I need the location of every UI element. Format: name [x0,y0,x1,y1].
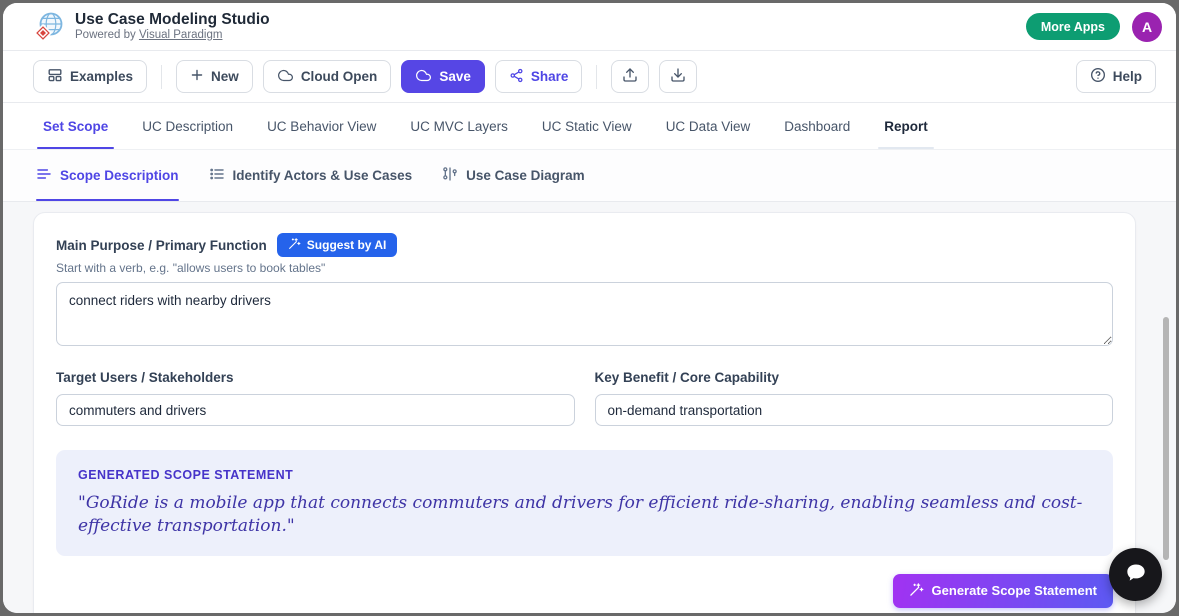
new-button[interactable]: New [176,60,253,93]
toolbar-separator [161,65,162,89]
share-icon [509,68,524,86]
cloud-open-button[interactable]: Cloud Open [263,60,392,93]
share-label: Share [531,69,569,84]
tab-uc-data-view[interactable]: UC Data View [666,103,751,149]
examples-icon [47,67,63,86]
generated-scope-statement-heading: GENERATED SCOPE STATEMENT [78,468,1091,482]
tab-report[interactable]: Report [884,103,928,149]
app-title: Use Case Modeling Studio [75,11,270,29]
tab-dashboard[interactable]: Dashboard [784,103,850,149]
target-users-field: Target Users / Stakeholders [56,369,575,426]
chat-widget-button[interactable] [1109,548,1162,601]
cloud-save-icon [415,68,432,86]
cloud-open-label: Cloud Open [301,69,378,84]
scope-description-card: Main Purpose / Primary Function Suggest … [33,212,1136,613]
examples-label: Examples [70,69,133,84]
generate-scope-statement-label: Generate Scope Statement [932,583,1097,598]
visual-paradigm-link[interactable]: Visual Paradigm [139,29,223,41]
subtab-use-case-diagram[interactable]: Use Case Diagram [442,150,585,201]
toolbar-left: Examples New Cloud Open Save [33,60,697,93]
powered-by: Powered by Visual Paradigm [75,29,270,42]
generated-scope-statement-box: GENERATED SCOPE STATEMENT "GoRide is a m… [56,450,1113,556]
magic-wand-icon [288,237,301,253]
export-button[interactable] [659,60,697,93]
brand-text: Use Case Modeling Studio Powered by Visu… [75,11,270,42]
main-purpose-label-row: Main Purpose / Primary Function Suggest … [56,233,1113,257]
key-benefit-label: Key Benefit / Core Capability [595,370,780,385]
save-button[interactable]: Save [401,60,485,93]
upload-icon [622,67,638,86]
brand: Use Case Modeling Studio Powered by Visu… [33,11,270,43]
tab-set-scope[interactable]: Set Scope [43,103,108,149]
align-left-icon [36,166,52,185]
content-area: Main Purpose / Primary Function Suggest … [3,202,1176,613]
main-purpose-hint: Start with a verb, e.g. "allows users to… [56,261,1113,275]
plus-icon [190,68,204,85]
more-apps-button[interactable]: More Apps [1026,13,1120,40]
toolbar: Examples New Cloud Open Save [3,51,1176,103]
secondary-fields-row: Target Users / Stakeholders Key Benefit … [56,369,1113,426]
download-icon [670,67,686,86]
tab-uc-static-view[interactable]: UC Static View [542,103,632,149]
share-button[interactable]: Share [495,60,583,93]
save-label: Save [439,69,471,84]
main-purpose-label: Main Purpose / Primary Function [56,238,267,253]
cloud-icon [277,68,294,86]
subtab-scope-description[interactable]: Scope Description [36,150,179,201]
vertical-scrollbar-thumb[interactable] [1163,317,1169,560]
help-icon [1090,67,1106,86]
subtab-label: Use Case Diagram [466,168,585,183]
chat-bubble-icon [1123,560,1149,589]
subtabbar: Scope Description Identify Actors & Use … [3,150,1176,202]
suggest-by-ai-button[interactable]: Suggest by AI [277,233,398,257]
avatar[interactable]: A [1132,12,1162,42]
diagram-icon [442,166,458,185]
tab-uc-mvc-layers[interactable]: UC MVC Layers [410,103,508,149]
visual-paradigm-logo-icon [33,11,65,43]
toolbar-separator [596,65,597,89]
app-header: Use Case Modeling Studio Powered by Visu… [3,3,1176,51]
examples-button[interactable]: Examples [33,60,147,93]
subtab-label: Scope Description [60,168,179,183]
subtab-identify-actors-use-cases[interactable]: Identify Actors & Use Cases [209,150,413,201]
tab-uc-description[interactable]: UC Description [142,103,233,149]
subtab-label: Identify Actors & Use Cases [233,168,413,183]
tab-uc-behavior-view[interactable]: UC Behavior View [267,103,376,149]
main-purpose-textarea[interactable]: connect riders with nearby drivers [56,282,1113,346]
key-benefit-field: Key Benefit / Core Capability [595,369,1114,426]
help-label: Help [1113,69,1142,84]
suggest-by-ai-label: Suggest by AI [307,238,387,252]
target-users-input[interactable] [56,394,575,426]
target-users-label: Target Users / Stakeholders [56,370,234,385]
generated-scope-statement-text: "GoRide is a mobile app that connects co… [78,492,1091,538]
import-button[interactable] [611,60,649,93]
list-icon [209,166,225,185]
powered-by-text: Powered by [75,29,136,41]
main-tabbar: Set Scope UC Description UC Behavior Vie… [3,103,1176,150]
header-right: More Apps A [1026,12,1162,42]
action-row: Generate Scope Statement [56,574,1113,608]
new-label: New [211,69,239,84]
magic-wand-icon [909,582,924,600]
generate-scope-statement-button[interactable]: Generate Scope Statement [893,574,1113,608]
key-benefit-input[interactable] [595,394,1114,426]
help-button[interactable]: Help [1076,60,1156,93]
app-window: Use Case Modeling Studio Powered by Visu… [3,3,1176,613]
